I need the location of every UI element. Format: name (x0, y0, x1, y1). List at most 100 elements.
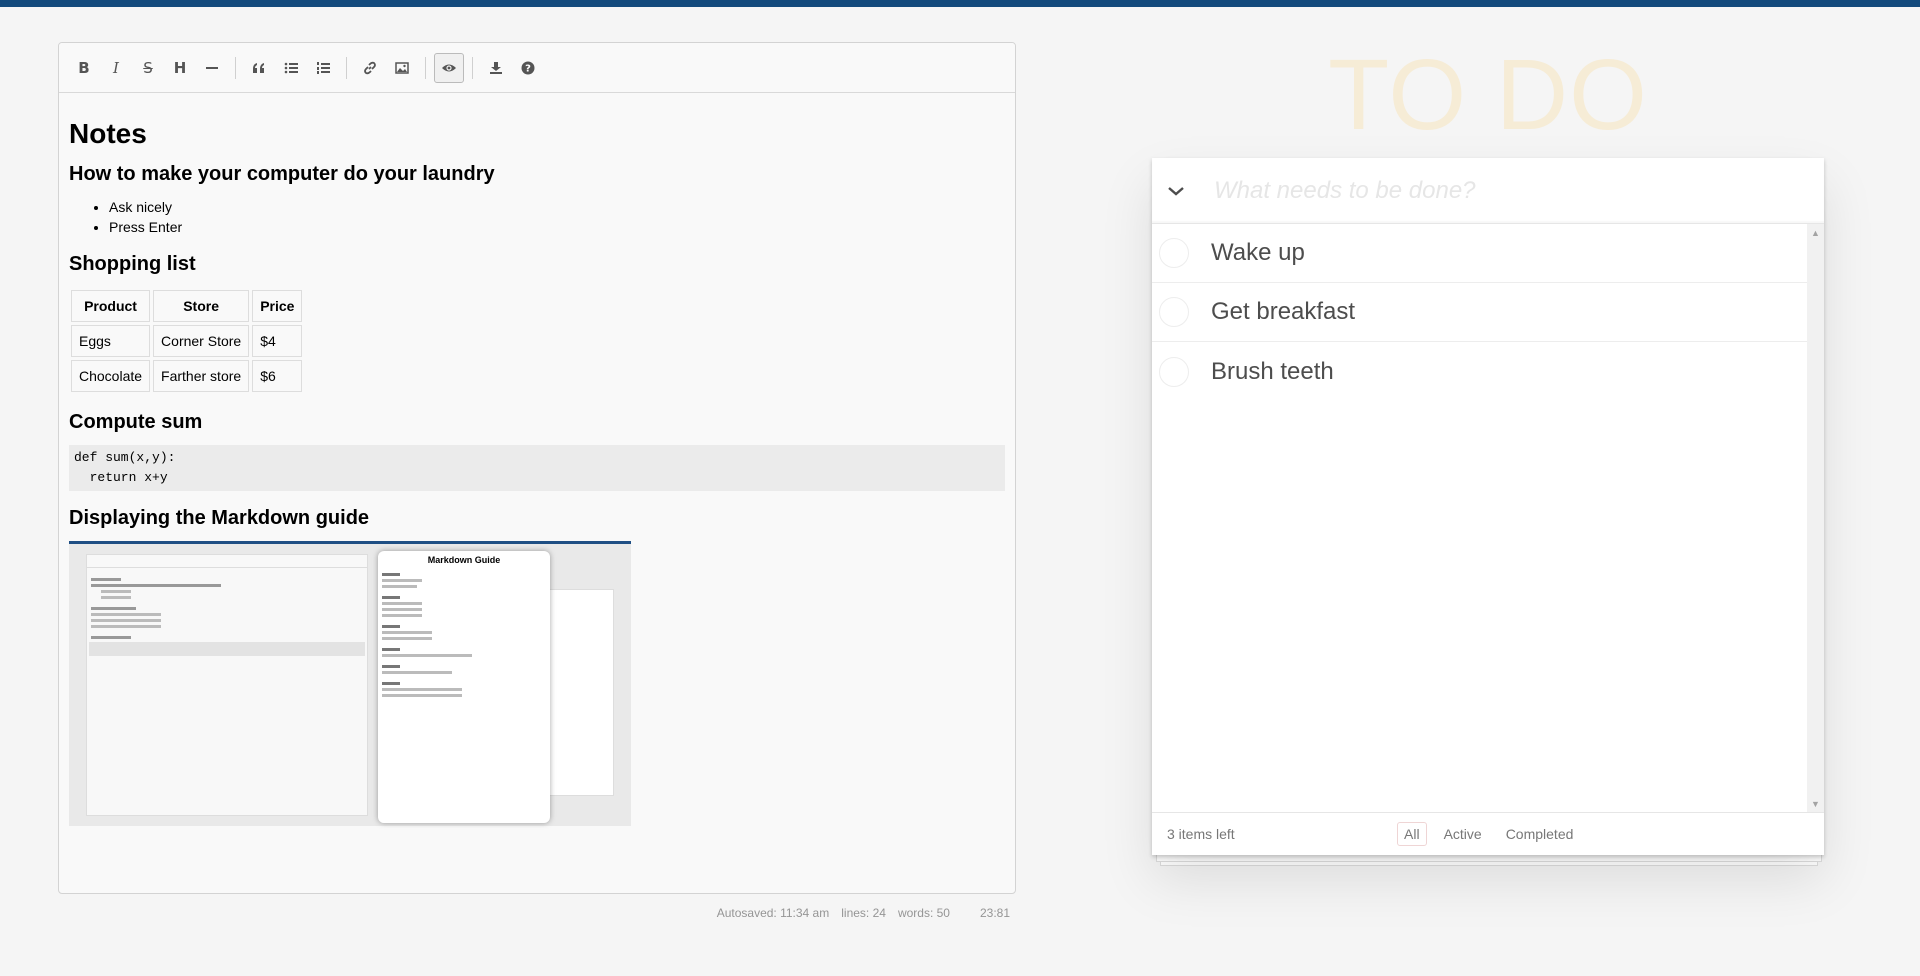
unordered-list-button[interactable] (276, 53, 306, 83)
screenshot-line (382, 631, 432, 634)
table-cell: Farther store (153, 360, 250, 392)
line-count: lines: 24 (841, 906, 886, 920)
toolbar-separator (235, 56, 236, 79)
screenshot-guide-panel: Markdown Guide (378, 551, 550, 823)
table-header: Price (252, 290, 303, 322)
ordered-list-button[interactable] (308, 53, 338, 83)
todo-label[interactable]: Brush teeth (1211, 358, 1334, 386)
items-left-count: 3 items left (1167, 826, 1235, 842)
screenshot-line (101, 596, 131, 599)
todo-checkbox[interactable] (1159, 297, 1189, 327)
todo-title: TO DO (1328, 39, 1648, 151)
italic-button[interactable]: I (101, 53, 131, 83)
bold-icon: B (78, 58, 90, 77)
horizontal-rule-button[interactable] (197, 53, 227, 83)
screenshot-line (382, 648, 400, 651)
bold-button[interactable]: B (69, 53, 99, 83)
table-row: Chocolate Farther store $6 (71, 360, 303, 392)
link-button[interactable] (355, 53, 385, 83)
shopping-table: Product Store Price Eggs Corner Store $4… (68, 287, 305, 395)
new-todo-input[interactable] (1212, 169, 1824, 212)
filter-all[interactable]: All (1397, 822, 1427, 846)
todo-list-scrollbar[interactable]: ▲ ▼ (1807, 224, 1824, 812)
guide-heading: Displaying the Markdown guide (69, 507, 370, 529)
code-line: return x+y (74, 470, 168, 485)
unordered-list-icon (284, 62, 298, 73)
screenshot-line (382, 625, 400, 628)
list-item: Press Enter (109, 217, 1005, 237)
screenshot-line (91, 578, 121, 581)
table-header-row: Product Store Price (71, 290, 303, 322)
svg-text:?: ? (525, 63, 531, 74)
toolbar-separator (425, 56, 426, 79)
markdown-guide-screenshot: Markdown Guide (69, 541, 631, 826)
laundry-heading: How to make your computer do your laundr… (69, 163, 495, 185)
help-button[interactable]: ? (513, 53, 543, 83)
top-accent-bar (0, 0, 1920, 7)
todo-app: Wake up Get breakfast Brush teeth ▲ ▼ 3 … (1152, 158, 1824, 855)
todo-checkbox[interactable] (1159, 238, 1189, 268)
screenshot-toolbar (87, 555, 367, 568)
link-icon (364, 61, 376, 74)
code-line: def sum(x,y): (74, 450, 176, 465)
screenshot-line (382, 579, 422, 582)
screenshot-line (91, 584, 221, 587)
editor-toolbar: B I S H ? (59, 43, 1015, 93)
word-count: words: 50 (897, 906, 950, 920)
markdown-editor: B I S H ? Notes How to make your compute… (58, 42, 1016, 894)
todo-list: Wake up Get breakfast Brush teeth ▲ ▼ (1152, 224, 1824, 812)
screenshot-guide-title: Markdown Guide (427, 555, 501, 565)
screenshot-line (382, 614, 422, 617)
heading-icon: H (173, 58, 187, 77)
code-block: def sum(x,y): return x+y (69, 445, 1005, 491)
screenshot-line (382, 585, 417, 588)
screenshot-code (89, 642, 365, 656)
horizontal-rule-icon (206, 66, 218, 69)
screenshot-line (382, 596, 400, 599)
todo-footer: 3 items left All Active Completed (1152, 812, 1824, 855)
preview-button[interactable] (434, 52, 464, 83)
image-button[interactable] (387, 53, 417, 83)
table-cell: $6 (252, 360, 303, 392)
strikethrough-button[interactable]: S (133, 53, 163, 83)
toggle-all-button[interactable] (1152, 185, 1200, 197)
screenshot-line (91, 636, 131, 639)
screenshot-line (382, 637, 432, 640)
strikethrough-icon: S (143, 58, 153, 77)
table-row: Eggs Corner Store $4 (71, 325, 303, 357)
todo-item: Get breakfast (1152, 283, 1807, 342)
table-header: Store (153, 290, 250, 322)
image-icon (395, 61, 409, 74)
chevron-down-icon (1168, 186, 1184, 196)
screenshot-line (382, 694, 462, 697)
quote-button[interactable] (244, 53, 274, 83)
list-item: Ask nicely (109, 197, 1005, 217)
autosave-status: Autosaved: 11:34 am (716, 906, 830, 920)
screenshot-line (382, 682, 400, 685)
ordered-list-icon (317, 61, 330, 74)
toolbar-separator (346, 56, 347, 79)
toolbar-separator (472, 56, 473, 79)
table-cell: Chocolate (71, 360, 151, 392)
table-cell: $4 (252, 325, 303, 357)
screenshot-line (91, 613, 161, 616)
scroll-down-icon[interactable]: ▼ (1807, 795, 1824, 812)
screenshot-line (382, 654, 472, 657)
todo-filters: All Active Completed (1397, 822, 1580, 846)
todo-label[interactable]: Wake up (1211, 239, 1305, 267)
screenshot-line (91, 619, 161, 622)
shopping-heading: Shopping list (69, 253, 196, 275)
italic-icon: I (113, 58, 119, 77)
todo-checkbox[interactable] (1159, 356, 1189, 387)
table-header: Product (71, 290, 151, 322)
compute-sum-heading: Compute sum (69, 411, 203, 433)
scroll-up-icon[interactable]: ▲ (1807, 224, 1824, 241)
screenshot-line (91, 625, 161, 628)
todo-label[interactable]: Get breakfast (1211, 298, 1355, 326)
filter-active[interactable]: Active (1437, 822, 1489, 846)
filter-completed[interactable]: Completed (1499, 822, 1581, 846)
cursor-position: 23:81 (979, 906, 1010, 920)
download-button[interactable] (481, 53, 511, 83)
screenshot-line (382, 665, 400, 668)
heading-button[interactable]: H (165, 53, 195, 83)
